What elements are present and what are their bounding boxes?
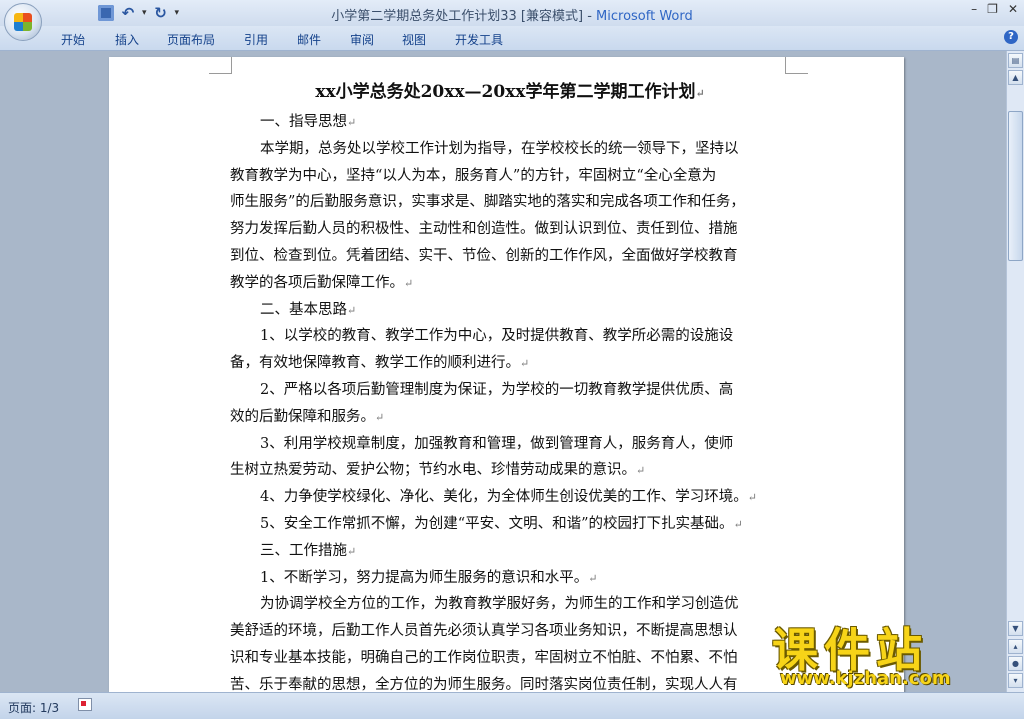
select-browse-object-button[interactable]: ● (1008, 656, 1023, 671)
document-line: 苦、乐于奉献的思想，全方位的为师生服务。同时落实岗位责任制，实现人人有 (230, 672, 790, 692)
document-workspace: xx小学总务处20xx—20xx学年第二学期工作计划↵ 一、指导思想↵ 本学期，总… (0, 51, 1006, 692)
document-line: 3、利用学校规章制度，加强教育和管理，做到管理育人，服务育人，使师 (230, 431, 790, 458)
vertical-scrollbar[interactable]: ▤ ▲ ▼ ▴ ● ▾ (1006, 51, 1024, 692)
document-line-text: 苦、乐于奉献的思想，全方位的为师生服务。同时落实岗位责任制，实现人人有 (230, 676, 738, 692)
document-title: xx小学总务处20xx—20xx学年第二学期工作计划↵ (230, 75, 790, 109)
document-line-text: 教育教学为中心，坚持“以人为本，服务育人”的方针，牢固树立“全心全意为 (230, 167, 717, 184)
watermark-logo: 课件站 www.kjzhan.com (766, 614, 1006, 694)
proofing-icon[interactable] (78, 698, 92, 711)
document-line: 1、不断学习，努力提高为师生服务的意识和水平。↵ (230, 565, 790, 592)
document-line-text: 1、不断学习，努力提高为师生服务的意识和水平。 (260, 569, 589, 586)
document-line: 教育教学为中心，坚持“以人为本，服务育人”的方针，牢固树立“全心全意为 (230, 163, 790, 190)
document-body[interactable]: xx小学总务处20xx—20xx学年第二学期工作计划↵ 一、指导思想↵ 本学期，总… (230, 75, 790, 692)
tab-mailings[interactable]: 邮件 (297, 31, 321, 48)
paragraph-mark: ↵ (733, 517, 743, 531)
minimize-button[interactable]: – (971, 2, 977, 16)
paragraph-mark: ↵ (404, 276, 414, 290)
paragraph-mark: ↵ (520, 357, 530, 371)
paragraph-mark: ↵ (375, 410, 385, 424)
close-button[interactable]: ✕ (1008, 2, 1018, 16)
tab-home[interactable]: 开始 (61, 31, 85, 48)
document-line: 2、严格以各项后勤管理制度为保证，为学校的一切教育教学提供优质、高 (230, 377, 790, 404)
document-line-text: 5、安全工作常抓不懈，为创建“平安、文明、和谐”的校园打下扎实基础。 (260, 515, 734, 532)
title-separator: - (587, 9, 597, 24)
watermark-url: www.kjzhan.com (780, 668, 951, 689)
help-icon[interactable]: ? (1004, 30, 1018, 44)
document-line: 本学期，总务处以学校工作计划为指导，在学校校长的统一领导下，坚持以 (230, 136, 790, 163)
scroll-thumb[interactable] (1008, 111, 1023, 261)
paragraph-mark: ↵ (695, 87, 705, 100)
document-line: 二、基本思路↵ (230, 297, 790, 324)
document-line: 为协调学校全方位的工作，为教育教学服好务，为师生的工作和学习创造优 (230, 591, 790, 618)
scroll-up-button[interactable]: ▲ (1008, 70, 1023, 85)
document-page[interactable]: xx小学总务处20xx—20xx学年第二学期工作计划↵ 一、指导思想↵ 本学期，总… (109, 57, 904, 692)
tab-review[interactable]: 审阅 (350, 31, 374, 48)
document-line: 1、以学校的教育、教学工作为中心，及时提供教育、教学所必需的设施设 (230, 323, 790, 350)
document-line-text: 3、利用学校规章制度，加强教育和管理，做到管理育人，服务育人，使师 (260, 435, 734, 452)
document-line: 美舒适的环境，后勤工作人员首先必须认真学习各项业务知识，不断提高思想认 (230, 618, 790, 645)
document-line-text: 备，有效地保障教育、教学工作的顺利进行。 (230, 355, 520, 372)
document-line: 5、安全工作常抓不懈，为创建“平安、文明、和谐”的校园打下扎实基础。↵ (230, 511, 790, 538)
paragraph-mark: ↵ (636, 464, 646, 478)
window-title: 小学第二学期总务处工作计划33 [兼容模式] - Microsoft Word (0, 5, 1024, 24)
document-line-text: 到位、检查到位。凭着团结、实干、节俭、创新的工作作风，全面做好学校教育 (230, 247, 738, 264)
paragraph-mark: ↵ (347, 116, 357, 129)
status-bar: 页面: 1/3 (0, 692, 1024, 719)
tab-references[interactable]: 引用 (244, 31, 268, 48)
document-line: 到位、检查到位。凭着团结、实干、节俭、创新的工作作风，全面做好学校教育 (230, 243, 790, 270)
tab-page-layout[interactable]: 页面布局 (167, 31, 215, 48)
document-line-text: 三、工作措施 (260, 542, 347, 559)
document-line-text: 2、严格以各项后勤管理制度为保证，为学校的一切教育教学提供优质、高 (260, 381, 734, 398)
document-lines: 一、指导思想↵ 本学期，总务处以学校工作计划为指导，在学校校长的统一领导下，坚持以… (230, 109, 790, 692)
document-line-text: 师生服务”的后勤服务意识，实事求是、脚踏实地的落实和完成各项工作和任务， (230, 194, 745, 211)
document-line-text: 教学的各项后勤保障工作。 (230, 274, 404, 291)
window-controls: – ❐ ✕ (971, 2, 1018, 16)
page-count[interactable]: 页面: 1/3 (8, 699, 59, 716)
restore-button[interactable]: ❐ (987, 2, 998, 16)
document-line: 效的后勤保障和服务。↵ (230, 404, 790, 431)
margin-corner-top-left (209, 57, 232, 74)
document-line-text: 效的后勤保障和服务。 (230, 408, 375, 425)
document-line-text: 本学期，总务处以学校工作计划为指导，在学校校长的统一领导下，坚持以 (260, 140, 739, 157)
office-logo-icon (14, 13, 32, 31)
document-line-text: 努力发挥后勤人员的积极性、主动性和创造性。做到认识到位、责任到位、措施 (230, 221, 738, 238)
ribbon-tabs: 开始 插入 页面布局 引用 邮件 审阅 视图 开发工具 ? (0, 26, 1024, 51)
scroll-down-button[interactable]: ▼ (1008, 621, 1023, 636)
document-title-text: xx小学总务处20xx—20xx学年第二学期工作计划 (315, 82, 696, 102)
document-line: 努力发挥后勤人员的积极性、主动性和创造性。做到认识到位、责任到位、措施 (230, 216, 790, 243)
previous-page-button[interactable]: ▴ (1008, 639, 1023, 654)
document-line: 4、力争使学校绿化、净化、美化，为全体师生创设优美的工作、学习环境。↵ (230, 484, 790, 511)
paragraph-mark: ↵ (347, 544, 357, 558)
document-name: 小学第二学期总务处工作计划33 [兼容模式] (331, 9, 584, 24)
document-line-text: 识和专业基本技能，明确自己的工作岗位职责，牢固树立不怕脏、不怕累、不怕 (230, 649, 738, 666)
document-line-text: 为协调学校全方位的工作，为教育教学服好务，为师生的工作和学习创造优 (260, 596, 739, 613)
document-line-text: 生树立热爱劳动、爱护公物；节约水电、珍惜劳动成果的意识。 (230, 462, 636, 479)
ruler-toggle-icon[interactable]: ▤ (1008, 53, 1023, 68)
margin-corner-top-right (785, 57, 808, 74)
document-line-text: 二、基本思路 (260, 301, 347, 318)
document-line-text: 一、指导思想 (260, 114, 347, 130)
next-page-button[interactable]: ▾ (1008, 673, 1023, 688)
document-line: 师生服务”的后勤服务意识，实事求是、脚踏实地的落实和完成各项工作和任务， (230, 189, 790, 216)
title-bar: ↶ ▾ ↻ ▾ 小学第二学期总务处工作计划33 [兼容模式] - Microso… (0, 0, 1024, 26)
office-button[interactable] (4, 3, 42, 41)
tab-view[interactable]: 视图 (402, 31, 426, 48)
tab-developer[interactable]: 开发工具 (455, 31, 503, 48)
document-line: 一、指导思想↵ (230, 109, 790, 136)
tab-insert[interactable]: 插入 (115, 31, 139, 48)
paragraph-mark: ↵ (588, 571, 598, 585)
document-line: 生树立热爱劳动、爱护公物；节约水电、珍惜劳动成果的意识。↵ (230, 457, 790, 484)
document-line-text: 1、以学校的教育、教学工作为中心，及时提供教育、教学所必需的设施设 (260, 328, 734, 345)
paragraph-mark: ↵ (747, 491, 757, 505)
app-name: Microsoft Word (596, 9, 693, 24)
paragraph-mark: ↵ (347, 303, 357, 317)
document-line-text: 4、力争使学校绿化、净化、美化，为全体师生创设优美的工作、学习环境。 (260, 489, 748, 506)
document-line: 备，有效地保障教育、教学工作的顺利进行。↵ (230, 350, 790, 377)
document-line: 教学的各项后勤保障工作。↵ (230, 270, 790, 297)
document-line-text: 美舒适的环境，后勤工作人员首先必须认真学习各项业务知识，不断提高思想认 (230, 623, 738, 640)
document-line: 识和专业基本技能，明确自己的工作岗位职责，牢固树立不怕脏、不怕累、不怕 (230, 645, 790, 672)
document-line: 三、工作措施↵ (230, 538, 790, 565)
